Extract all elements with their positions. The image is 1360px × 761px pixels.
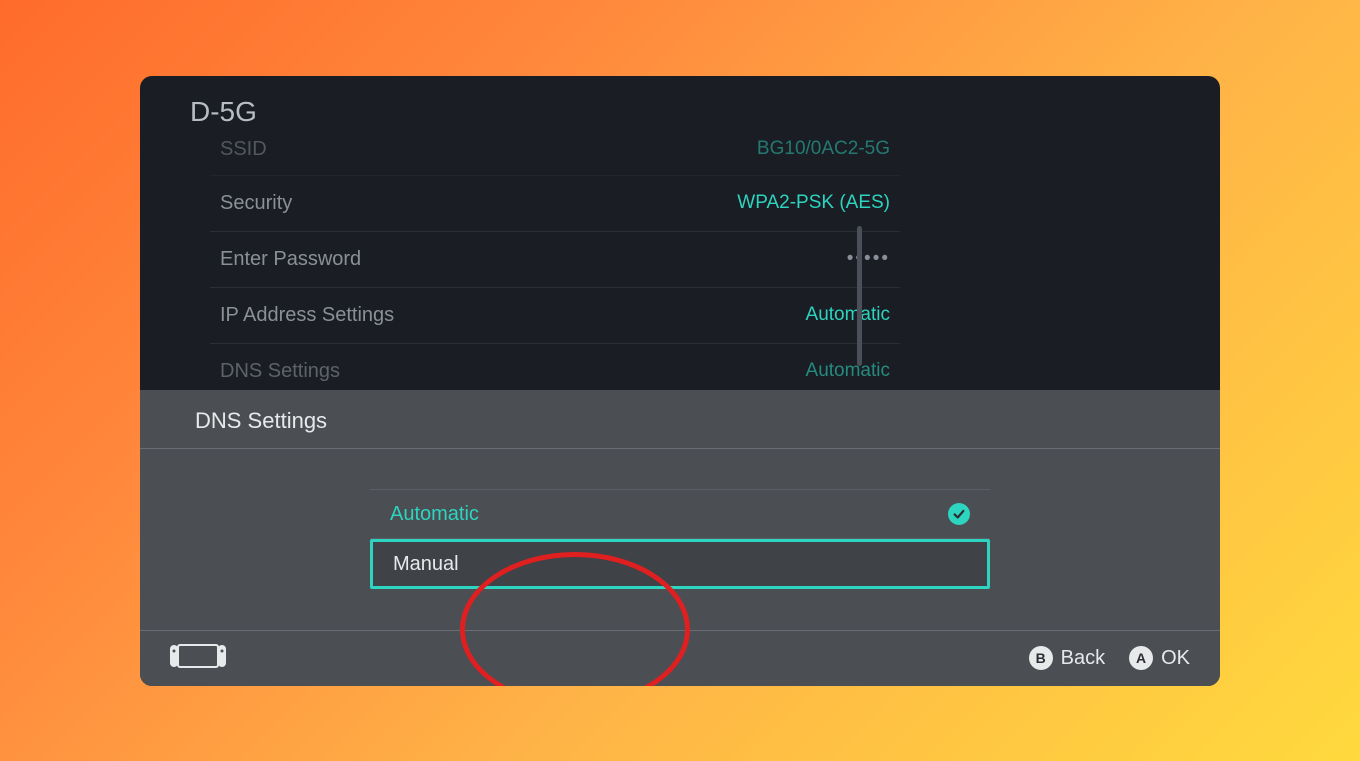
- setting-value: WPA2-PSK (AES): [737, 192, 890, 214]
- setting-row-ssid[interactable]: SSID BG10/0AC2-5G: [210, 138, 900, 176]
- setting-row-ip[interactable]: IP Address Settings Automatic: [210, 288, 900, 344]
- setting-value: Automatic: [806, 360, 890, 382]
- settings-list: SSID BG10/0AC2-5G Security WPA2-PSK (AES…: [140, 138, 900, 399]
- setting-label: IP Address Settings: [220, 304, 394, 327]
- controller-icon: [170, 643, 226, 674]
- background-settings: D-5G SSID BG10/0AC2-5G Security WPA2-PSK…: [140, 76, 1220, 399]
- scrollbar-thumb[interactable]: [857, 226, 862, 366]
- setting-label: Security: [220, 192, 292, 215]
- checkmark-icon: [948, 503, 970, 525]
- ok-button[interactable]: A OK: [1129, 646, 1190, 670]
- option-label: Manual: [393, 553, 459, 576]
- a-button-icon: A: [1129, 646, 1153, 670]
- back-button[interactable]: B Back: [1029, 646, 1105, 670]
- setting-value: •••••: [847, 248, 890, 270]
- modal-title: DNS Settings: [195, 408, 1165, 434]
- dns-settings-modal: DNS Settings Automatic Manual: [140, 390, 1220, 686]
- footer: B Back A OK: [140, 630, 1220, 686]
- back-label: Back: [1061, 647, 1105, 670]
- setting-label: Enter Password: [220, 248, 361, 271]
- setting-value: Automatic: [806, 304, 890, 326]
- settings-screen: D-5G SSID BG10/0AC2-5G Security WPA2-PSK…: [140, 76, 1220, 686]
- setting-label: DNS Settings: [220, 360, 340, 383]
- modal-header: DNS Settings: [140, 390, 1220, 449]
- option-automatic[interactable]: Automatic: [370, 489, 990, 539]
- option-label: Automatic: [390, 503, 479, 526]
- option-manual[interactable]: Manual: [370, 539, 990, 589]
- modal-options: Automatic Manual: [140, 449, 1220, 630]
- footer-buttons: B Back A OK: [1029, 646, 1190, 670]
- b-button-icon: B: [1029, 646, 1053, 670]
- setting-value: BG10/0AC2-5G: [757, 138, 890, 160]
- setting-row-security[interactable]: Security WPA2-PSK (AES): [210, 176, 900, 232]
- ok-label: OK: [1161, 647, 1190, 670]
- network-name-title: D-5G: [190, 96, 1170, 128]
- header: D-5G: [140, 76, 1220, 138]
- setting-row-password[interactable]: Enter Password •••••: [210, 232, 900, 288]
- setting-label: SSID: [220, 138, 267, 161]
